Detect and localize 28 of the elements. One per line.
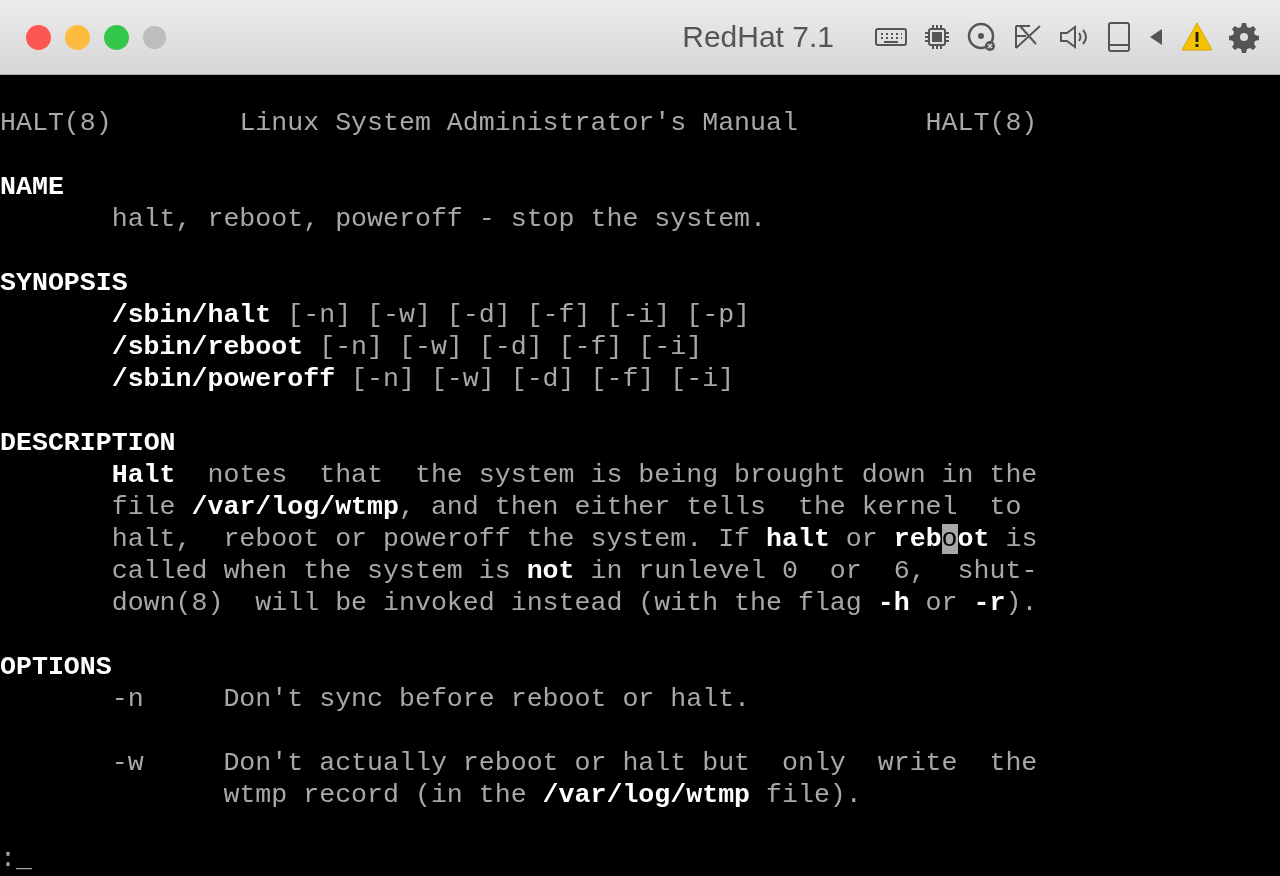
terminal-line: halt, reboot or poweroff the system. If halt or reboot is xyxy=(111,523,1038,555)
terminal-line: /sbin/poweroff [-n] [-w] [-d] [-f] [-i] xyxy=(111,363,735,395)
settings-icon[interactable] xyxy=(1228,21,1260,53)
manual-title: Linux System Administrator's Manual xyxy=(239,107,798,139)
window-title: RedHat 7.1 xyxy=(682,20,834,54)
terminal-line: /sbin/reboot [-n] [-w] [-d] [-f] [-i] xyxy=(111,331,703,363)
terminal-line: Halt notes that the system is being brought down in the xyxy=(111,459,1038,491)
chip-icon[interactable] xyxy=(922,22,952,52)
terminal-line: /sbin/halt [-n] [-w] [-d] [-f] [-i] [-p] xyxy=(111,299,751,331)
warning-icon[interactable] xyxy=(1180,21,1214,53)
section-heading: SYNOPSIS xyxy=(0,267,128,299)
terminal-line: -n Don't sync before reboot or halt. xyxy=(111,683,751,715)
close-button[interactable] xyxy=(26,24,51,50)
section-heading: OPTIONS xyxy=(0,651,112,683)
pager-prompt: :_ xyxy=(0,843,33,875)
terminal-line: down(8) will be invoked instead (with the flag -h or -r). xyxy=(111,587,1038,619)
section-heading: DESCRIPTION xyxy=(0,427,176,459)
terminal-line: file /var/log/wtmp, and then either tells the kernel to xyxy=(111,491,1022,523)
terminal-line: halt, reboot, poweroff - stop the system. xyxy=(111,203,767,235)
section-heading: NAME xyxy=(0,171,64,203)
tablet-icon[interactable] xyxy=(1106,21,1132,53)
manual-header: HALT(8) xyxy=(0,107,112,139)
disc-icon[interactable] xyxy=(966,21,998,53)
manual-header: HALT(8) xyxy=(925,107,1038,139)
terminal-line: called when the system is not in runlevel 0 or 6, shut- xyxy=(111,555,1038,587)
terminal-line: -w Don't actually reboot or halt but only write the xyxy=(111,747,1038,779)
keyboard-icon[interactable] xyxy=(874,26,908,48)
terminal-line: wtmp record (in the /var/log/wtmp file). xyxy=(223,779,862,811)
